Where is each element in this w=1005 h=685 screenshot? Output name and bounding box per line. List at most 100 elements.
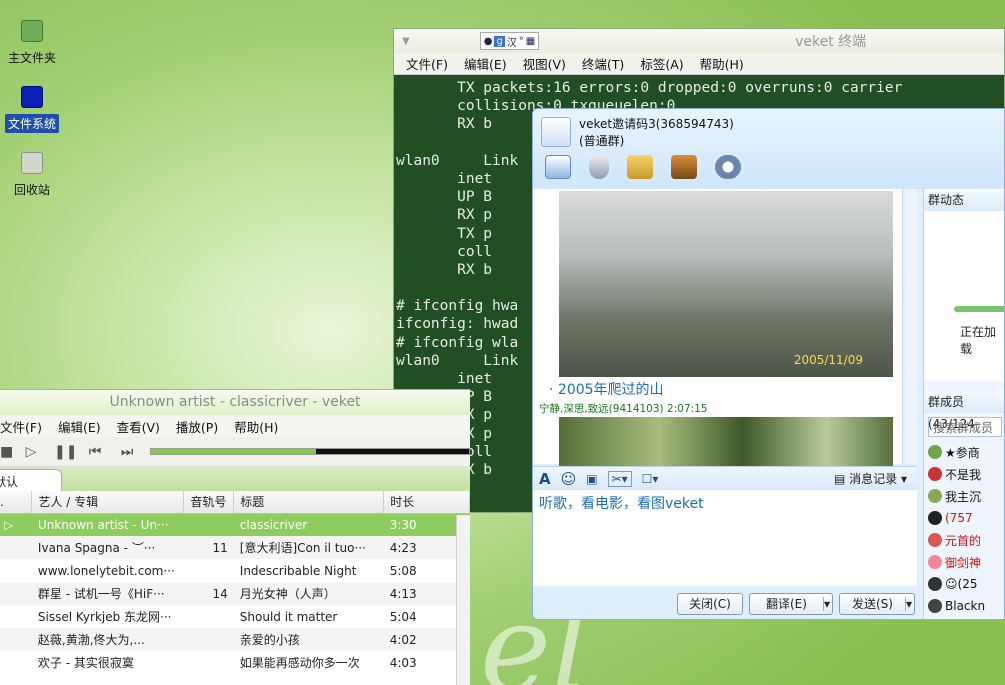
scissors-icon[interactable]: ✂▾ (607, 470, 632, 487)
member-name: 元首的 (945, 533, 982, 548)
send-button[interactable]: 发送(S) ▾ (838, 592, 915, 615)
menu-edit[interactable]: 编辑(E) (456, 54, 515, 73)
chevron-down-icon[interactable]: ▾ (822, 596, 830, 611)
col-duration[interactable]: 时长 (383, 491, 470, 514)
group-dynamics-title[interactable]: 群动态 (924, 189, 1004, 211)
member-list: ★参商 不是我 我主沉 (757 元首的御剑神 ☺(25 Blackn (924, 441, 1004, 617)
cell-track (184, 605, 234, 628)
menu-file[interactable]: 文件(F) (398, 54, 456, 73)
playback-progress[interactable] (150, 448, 470, 455)
cell-title: classicriver (233, 513, 384, 536)
desktop-icon-label: 回收站 (13, 183, 50, 197)
menu-edit[interactable]: 编辑(E) (50, 417, 109, 436)
desktop-icon-trash[interactable]: 回收站 (0, 152, 64, 199)
member-item[interactable]: 不是我 (924, 463, 1004, 485)
member-avatar-icon (928, 533, 942, 547)
chat-history[interactable]: 2005/11/09 · 2005年爬过的山 宁静,深思,致远(9414103)… (533, 189, 903, 467)
gear-icon[interactable] (715, 155, 741, 179)
col-status[interactable]: . (0, 491, 33, 514)
forest-photo[interactable] (559, 417, 893, 467)
message-input[interactable]: 听歌，看电影，看图veket (533, 490, 917, 586)
cell-title: 亲爱的小孩 (233, 628, 384, 651)
emoji-icon[interactable]: ☺ (561, 470, 577, 488)
member-item[interactable]: ★参商 (924, 441, 1004, 463)
folder-icon[interactable] (627, 155, 653, 179)
terminal-menubar: 文件(F) 编辑(E) 视图(V) 终端(T) 标签(A) 帮助(H) (394, 53, 1004, 75)
member-search-input[interactable]: 搜索群成员 (928, 417, 1002, 437)
chevron-down-icon[interactable]: ▾ (904, 596, 912, 611)
playlist-row[interactable]: ▷ Unknown artist - Un··· classicriver 3:30 (0, 513, 470, 536)
menu-view[interactable]: 视图(V) (515, 54, 574, 73)
member-item[interactable]: (757 (924, 507, 1004, 529)
close-button[interactable]: 关闭(C) (677, 592, 743, 615)
playlist-scrollbar[interactable] (456, 515, 470, 685)
terminal-titlebar[interactable]: ▼ ● g 汉 ° ▦ veket 终端 (394, 29, 1004, 53)
ime-mode[interactable]: g (494, 35, 505, 47)
player-toolbar: ■ ▷ ❚❚ ⏮ ⏭ (0, 437, 470, 467)
chat-buttons: 关闭(C) 翻译(E) ▾ 发送(S) ▾ (533, 586, 919, 619)
cell-title: [意大利语]Con il tuo··· (233, 536, 384, 559)
music-player-window[interactable]: Unknown artist - classicriver - veket 文件… (0, 389, 470, 685)
menu-help[interactable]: 帮助(H) (226, 417, 286, 436)
trash-icon (21, 152, 43, 174)
mountain-photo[interactable]: 2005/11/09 (559, 191, 893, 377)
col-title[interactable]: 标题 (233, 491, 385, 514)
tab-default[interactable]: 默认 (0, 469, 62, 491)
microphone-icon[interactable] (589, 155, 609, 179)
col-track[interactable]: 音轨号 (183, 491, 235, 514)
message-sender: 宁静,深思,致远(9414103) 2:07:15 (539, 403, 708, 415)
music-menubar: 文件(F) 编辑(E) 查看(V) 播放(P) 帮助(H) (0, 415, 470, 437)
group-chat-window[interactable]: veket邀请码3(368594743) (普通群) 2005/11/09 · … (532, 108, 1005, 620)
chat-header: veket邀请码3(368594743) (普通群) (533, 109, 1004, 189)
playlist-row[interactable]: www.lonelytebit.com··· Indescribable Nigh… (0, 559, 470, 582)
image-icon[interactable]: ▣ (586, 472, 597, 486)
tab-label: 默认 (0, 475, 19, 489)
chat-scrollbar[interactable] (905, 189, 917, 464)
menu-play[interactable]: 播放(P) (168, 417, 226, 436)
menu-view[interactable]: 查看(V) (109, 417, 168, 436)
playlist-row[interactable]: 欢子 - 其实很寂寞 如果能再感动你多一次 4:03 (0, 651, 470, 674)
translate-button[interactable]: 翻译(E) ▾ (749, 592, 833, 615)
playlist-row[interactable]: Sissel Kyrkjeb 东龙网··· Should it matter 5:0… (0, 605, 470, 628)
menu-tabs[interactable]: 标签(A) (632, 54, 691, 73)
menu-file[interactable]: 文件(F) (0, 417, 50, 436)
chat-bubble-icon[interactable] (545, 155, 571, 179)
ime-punct[interactable]: ° (519, 36, 524, 47)
menu-help[interactable]: 帮助(H) (692, 54, 752, 73)
member-item[interactable]: ☺(25 (924, 573, 1004, 595)
member-item[interactable]: 御剑神 (924, 551, 1004, 573)
music-titlebar[interactable]: Unknown artist - classicriver - veket (0, 390, 470, 415)
pause-button[interactable]: ❚❚ (54, 444, 77, 460)
cell-artist: 群星 - 试机一号《HiF··· (31, 582, 184, 605)
stop-button[interactable]: ■ (0, 444, 13, 460)
font-icon[interactable]: A (539, 470, 551, 488)
playlist-row[interactable]: 群星 - 试机一号《HiF··· 14 月光女神（人声） 4:13 (0, 582, 470, 605)
window-menu-icon[interactable]: ▼ (402, 36, 410, 47)
play-button[interactable]: ▷ (22, 444, 40, 460)
ime-lang[interactable]: 汉 (507, 34, 517, 49)
desktop-icon-filesystem[interactable]: 文件系统 (0, 86, 64, 133)
previous-button[interactable]: ⏮ (86, 444, 104, 460)
member-avatar-icon (928, 577, 942, 591)
menu-terminal[interactable]: 终端(T) (574, 54, 632, 73)
desktop-icon-home[interactable]: 主文件夹 (0, 20, 64, 67)
message-history-button[interactable]: ▤ 消息记录 ▾ (834, 470, 917, 487)
cell-title: Should it matter (239, 609, 338, 624)
member-item[interactable]: 我主沉 (924, 485, 1004, 507)
terminal-line: TX packets:16 errors:0 dropped:0 overrun… (396, 80, 903, 96)
cell-title: 月光女神（人声） (233, 582, 384, 605)
member-item[interactable]: 元首的 (924, 529, 1004, 551)
member-item[interactable]: Blackn (924, 595, 1004, 617)
loading-text: 正在加载 (960, 325, 997, 356)
playlist-row[interactable]: Ivana Spagna - ︶··· 11 [意大利语]Con il tuo···… (0, 536, 470, 559)
member-name: ☺(25 (945, 577, 978, 591)
keyboard-icon[interactable]: ▦ (526, 36, 535, 47)
ime-toolbar[interactable]: ● g 汉 ° ▦ (479, 32, 540, 50)
next-button[interactable]: ⏭ (118, 444, 136, 460)
col-artist[interactable]: 艺人 / 专辑 (31, 491, 185, 514)
album-icon[interactable] (671, 155, 697, 179)
shake-icon[interactable]: ☐▾ (642, 472, 659, 486)
terminal-title: veket 终端 (795, 34, 867, 50)
playlist-row[interactable]: 赵薇,黄渤,佟大为,... 亲爱的小孩 4:02 (0, 628, 470, 651)
member-avatar-icon (928, 599, 942, 613)
